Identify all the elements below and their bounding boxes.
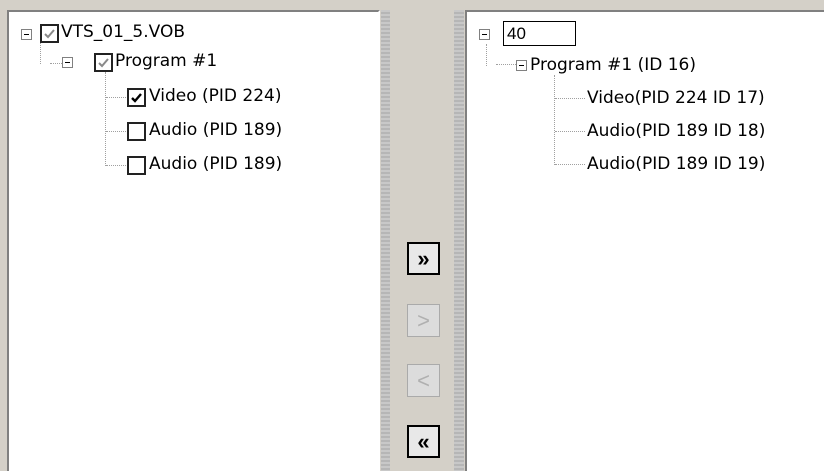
root-checkbox[interactable]	[40, 24, 59, 43]
collapse-toggle[interactable]	[479, 29, 490, 40]
remove-all-button[interactable]: «	[407, 425, 440, 458]
collapse-toggle[interactable]	[62, 57, 73, 68]
tree-root-label[interactable]: VTS_01_5.VOB	[61, 22, 185, 42]
root-rename-input[interactable]	[503, 21, 576, 46]
collapse-toggle[interactable]	[516, 60, 527, 71]
stream-checkbox-video[interactable]	[127, 88, 146, 107]
tree-connector	[555, 131, 585, 132]
tree-connector	[105, 72, 106, 166]
program-checkbox[interactable]	[94, 53, 113, 72]
transfer-button-column: » > < «	[381, 10, 464, 471]
tree-connector	[554, 75, 555, 165]
tree-stream-label[interactable]: Audio (PID 189)	[149, 120, 282, 140]
output-stream-label[interactable]: Audio(PID 189 ID 19)	[587, 154, 765, 174]
remove-selected-button[interactable]: <	[407, 364, 440, 397]
checkmark-icon	[131, 93, 142, 103]
tree-connector	[496, 64, 518, 65]
collapse-toggle[interactable]	[21, 29, 32, 40]
stream-selector-window: VTS_01_5.VOB Program #1 Video (PID 224) …	[0, 0, 824, 471]
source-tree-pane[interactable]: VTS_01_5.VOB Program #1 Video (PID 224) …	[7, 10, 380, 471]
add-selected-button[interactable]: >	[407, 304, 440, 337]
add-all-button[interactable]: »	[407, 242, 440, 275]
tree-program-label[interactable]: Program #1	[115, 51, 217, 71]
tree-connector	[555, 98, 585, 99]
output-program-label[interactable]: Program #1 (ID 16)	[530, 55, 696, 75]
tree-stream-label[interactable]: Audio (PID 189)	[149, 154, 282, 174]
tree-connector	[106, 165, 128, 166]
output-stream-label[interactable]: Video(PID 224 ID 17)	[587, 88, 765, 108]
tree-connector	[106, 131, 128, 132]
tree-stream-label[interactable]: Video (PID 224)	[149, 86, 282, 106]
output-tree-pane[interactable]: Program #1 (ID 16) Video(PID 224 ID 17) …	[465, 10, 824, 471]
tree-connector	[486, 44, 487, 66]
button-panel: » > < «	[390, 10, 454, 471]
checkmark-icon	[44, 29, 55, 39]
stream-checkbox-audio[interactable]	[127, 122, 146, 141]
output-stream-label[interactable]: Audio(PID 189 ID 18)	[587, 121, 765, 141]
checkmark-icon	[98, 58, 109, 68]
tree-connector	[40, 42, 41, 64]
tree-connector	[106, 97, 128, 98]
stream-checkbox-audio[interactable]	[127, 156, 146, 175]
tree-connector	[555, 164, 585, 165]
